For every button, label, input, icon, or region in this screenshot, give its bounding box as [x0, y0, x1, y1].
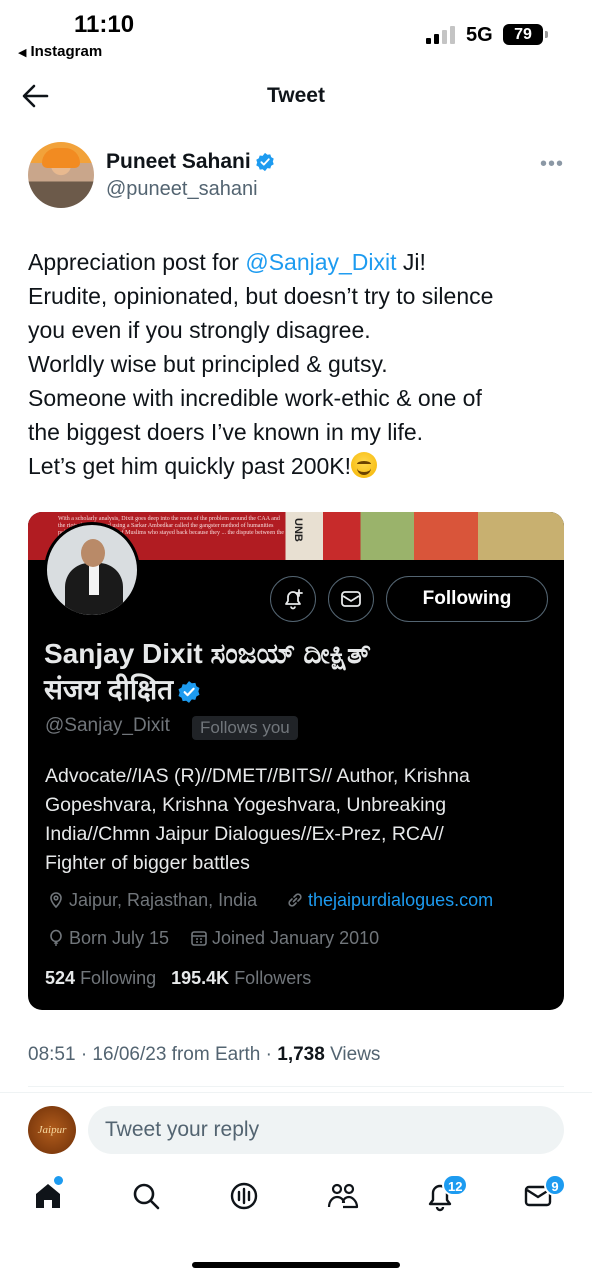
tweet-line: Erudite, opinionated, but doesn’t try to… — [28, 283, 494, 309]
messages-badge: 9 — [544, 1174, 566, 1196]
location-pin-icon — [50, 892, 62, 909]
signal-icon — [426, 26, 458, 44]
profile-location: Jaipur, Rajasthan, India — [47, 890, 257, 911]
network-type: 5G — [466, 24, 493, 46]
tweet-prefix: Appreciation post for — [28, 249, 246, 275]
notify-bell-button[interactable] — [270, 576, 316, 622]
home-indicator — [192, 1262, 400, 1268]
more-options-icon[interactable]: ••• — [540, 153, 564, 176]
verified-badge-icon — [178, 680, 200, 703]
views-count[interactable]: 1,738 — [277, 1044, 325, 1065]
joined-text: Joined January 2010 — [212, 928, 380, 948]
top-header: Tweet — [0, 72, 592, 120]
profile-card-name: Sanjay Dixit ಸಂಜಯ್ ದೀಕ್ಷಿತ್ संजय दीक्षित — [44, 636, 544, 708]
tab-home[interactable] — [32, 1176, 68, 1216]
home-unread-dot — [54, 1176, 63, 1185]
mention-link[interactable]: @Sanjay_Dixit — [245, 249, 396, 275]
balloon-icon — [50, 929, 62, 946]
tab-messages[interactable]: 9 — [522, 1174, 566, 1216]
communities-icon — [327, 1183, 359, 1209]
tweet-line: you even if you strongly disagree. — [28, 317, 371, 343]
notifications-badge: 12 — [442, 1174, 469, 1196]
name-line-2-row: संजय दीक्षित — [44, 672, 544, 708]
profile-birthday: Born July 15 — [47, 928, 169, 949]
profile-card-avatar — [44, 522, 140, 618]
tweet-text: Appreciation post for @Sanjay_Dixit Ji! … — [28, 245, 568, 483]
birthday-text: Born July 15 — [69, 928, 170, 948]
tweet-line: Worldly wise but principled & gutsy. — [28, 351, 388, 377]
bio-line: Advocate//IAS (R)//DMET//BITS// Author, … — [45, 765, 470, 787]
author-name-row[interactable]: Puneet Sahani — [106, 150, 275, 174]
bio-line: Fighter of bigger battles — [45, 852, 250, 874]
back-to-instagram-link[interactable]: ◀ Instagram — [18, 43, 102, 60]
name-line-1: Sanjay Dixit ಸಂಜಯ್ ದೀಕ್ಷಿತ್ — [44, 638, 371, 669]
battery-icon: 79 — [503, 24, 548, 45]
follow-counts: 524 Following 195.4K Followers — [45, 968, 311, 989]
envelope-icon — [341, 591, 361, 607]
divider — [28, 1086, 564, 1087]
location-text: Jaipur, Rajasthan, India — [69, 890, 258, 910]
tab-notifications[interactable]: 12 — [424, 1174, 469, 1216]
profile-card-handle: @Sanjay_Dixit — [45, 715, 170, 736]
profile-website[interactable]: thejaipurdialogues.com — [286, 890, 493, 911]
bio-line: Gopeshvara, Krishna Yogeshvara, Unbreaki… — [45, 794, 447, 816]
link-icon — [288, 893, 302, 907]
views-label: Views — [324, 1044, 381, 1065]
tweet-line: Let’s get him quickly past 200K! — [28, 449, 568, 483]
back-app-label: Instagram — [30, 43, 103, 60]
reply-avatar-text: Jaipur — [37, 1124, 67, 1136]
banner-vertical-text: UNB — [292, 518, 304, 542]
followers-count: 195.4K — [171, 968, 230, 988]
tab-communities[interactable] — [326, 1180, 362, 1216]
tweet-suffix: Ji! — [396, 249, 426, 275]
following-label: Following — [80, 968, 157, 988]
profile-card-bio: Advocate//IAS (R)//DMET//BITS// Author, … — [45, 762, 545, 878]
verified-badge-icon — [255, 153, 274, 172]
page-title: Tweet — [267, 84, 325, 107]
author-avatar[interactable] — [28, 142, 94, 208]
followers-label: Followers — [234, 968, 312, 988]
website-link[interactable]: thejaipurdialogues.com — [308, 890, 493, 910]
author-name[interactable]: Puneet Sahani — [106, 150, 251, 173]
status-bar: 11:10 ◀ Instagram 5G 79 — [0, 0, 592, 70]
tweet-line: Someone with incredible work-ethic & one… — [28, 385, 482, 411]
tab-search[interactable] — [130, 1180, 166, 1216]
search-icon — [133, 1183, 160, 1210]
bottom-tab-bar: 12 9 — [0, 1172, 592, 1232]
tweet-line: the biggest doers I’ve known in my life. — [28, 419, 424, 445]
author-handle[interactable]: @puneet_sahani — [106, 178, 258, 201]
back-triangle-icon: ◀ — [18, 47, 27, 59]
tweet-last-line: Let’s get him quickly past 200K! — [28, 453, 352, 479]
spaces-icon — [230, 1182, 258, 1210]
reply-user-avatar: Jaipur — [28, 1106, 76, 1154]
name-line-2: संजय दीक्षित — [44, 674, 174, 705]
following-button[interactable]: Following — [386, 576, 548, 622]
battery-level: 79 — [514, 26, 532, 43]
message-button[interactable] — [328, 576, 374, 622]
tweet-timestamp: 08:51 · 16/06/23 from Earth · 1,738 View… — [28, 1044, 380, 1066]
divider — [0, 1092, 592, 1093]
calendar-icon — [191, 931, 207, 946]
reply-input[interactable]: Tweet your reply — [88, 1106, 564, 1154]
smiling-emoji-icon — [351, 452, 378, 478]
profile-joined: Joined January 2010 — [190, 928, 379, 949]
bio-line: India//Chmn Jaipur Dialogues//Ex-Prez, R… — [45, 823, 444, 845]
bell-plus-icon — [285, 589, 303, 610]
timestamp-text: 08:51 · 16/06/23 from Earth · — [28, 1044, 278, 1065]
tweet-line: Appreciation post for @Sanjay_Dixit Ji! — [28, 245, 568, 279]
following-count: 524 — [45, 968, 76, 988]
profile-card-image[interactable]: With a scholarly analysis, Dixit goes de… — [28, 512, 564, 1010]
follows-you-badge: Follows you — [192, 716, 298, 740]
status-time: 11:10 — [74, 11, 135, 38]
tab-spaces[interactable] — [228, 1180, 264, 1216]
